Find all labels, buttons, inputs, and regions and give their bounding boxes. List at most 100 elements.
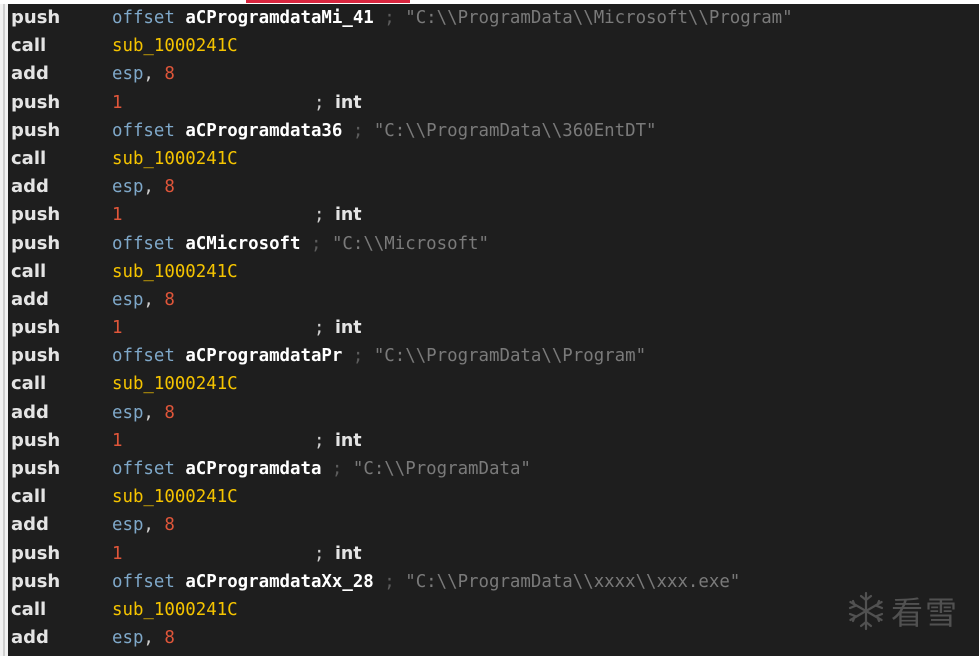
instruction-mnemonic[interactable]: push [11,201,60,229]
operand-label[interactable]: aCProgramdataPr [185,346,342,366]
instruction-mnemonic[interactable]: push [11,4,60,32]
code-line[interactable]: call sub_1000241C [8,596,979,624]
code-line[interactable]: call sub_1000241C [8,483,979,511]
comment-separator: ; [310,233,322,254]
immediate-value: 8 [164,289,175,310]
call-target[interactable]: sub_1000241C [112,487,238,507]
comment-separator: ; [384,571,395,592]
code-line[interactable]: add esp, 8 [8,286,979,314]
instruction-mnemonic[interactable]: push [11,455,60,483]
instruction-mnemonic[interactable]: push [11,568,60,596]
call-target[interactable]: sub_1000241C [112,36,238,56]
instruction-mnemonic[interactable]: add [11,399,49,427]
immediate-value: 1 [112,92,123,113]
type-comment: ; int [314,540,362,568]
code-line[interactable]: add esp, 8 [8,173,979,201]
instruction-mnemonic[interactable]: add [11,511,49,539]
disassembly-gutter [0,4,8,656]
register: esp [112,289,144,310]
register: esp [112,177,144,198]
instruction-operands: offset aCProgramdata ; "C:\\ProgramData" [112,455,531,483]
code-line[interactable]: call sub_1000241C [8,32,979,60]
instruction-operands: esp, 8 [112,173,175,201]
immediate-value: 1 [112,205,123,226]
instruction-mnemonic[interactable]: call [11,483,46,511]
call-target[interactable]: sub_1000241C [112,149,238,169]
offset-keyword: offset [112,120,175,141]
instruction-operands: esp, 8 [112,624,175,652]
instruction-mnemonic[interactable]: add [11,173,49,201]
operand-comma: , [143,289,154,310]
call-target[interactable]: sub_1000241C [112,374,238,394]
comment-separator: ; [352,346,364,367]
operand-label[interactable]: aCProgramdata36 [185,121,342,141]
comment-separator: ; [314,92,325,113]
immediate-value: 1 [112,543,123,564]
instruction-mnemonic[interactable]: push [11,427,60,455]
string-comment: "C:\\ProgramData" [352,459,531,479]
instruction-operands: offset aCMicrosoft ; "C:\\Microsoft" [112,230,489,258]
immediate-value: 8 [164,515,175,536]
call-target[interactable]: sub_1000241C [112,262,238,282]
register: esp [112,64,144,85]
instruction-mnemonic[interactable]: push [11,314,60,342]
comment-separator: ; [314,430,325,451]
type-annotation: int [334,205,362,226]
instruction-mnemonic[interactable]: push [11,117,60,145]
code-line[interactable]: push offset aCProgramdata ; "C:\\ProgramD… [8,455,979,483]
comment-separator: ; [384,8,395,28]
code-line[interactable]: push 1; int [8,314,979,342]
operand-comma: , [143,628,154,649]
instruction-mnemonic[interactable]: push [11,230,60,258]
instruction-mnemonic[interactable]: add [11,60,49,88]
immediate-value: 1 [112,430,123,451]
type-annotation: int [334,318,362,339]
code-line[interactable]: call sub_1000241C [8,258,979,286]
code-line[interactable]: add esp, 8 [8,624,979,652]
operand-comma: , [143,177,154,198]
code-line[interactable]: add esp, 8 [8,399,979,427]
instruction-mnemonic[interactable]: call [11,145,46,173]
code-line[interactable]: push offset aCProgramdata36 ; "C:\\Progra… [8,117,979,145]
instruction-mnemonic[interactable]: add [11,286,49,314]
type-comment: ; int [314,89,362,117]
instruction-mnemonic[interactable]: call [11,370,46,398]
type-annotation: int [334,92,362,113]
instruction-mnemonic[interactable]: push [11,342,60,370]
code-line[interactable]: push offset aCProgramdataXx_28 ; "C:\\Pro… [8,568,979,596]
operand-label[interactable]: aCMicrosoft [185,234,300,254]
code-line[interactable]: push offset aCMicrosoft ; "C:\\Microsoft" [8,230,979,258]
code-line[interactable]: push 1 ; int [8,540,979,568]
offset-keyword: offset [112,346,175,367]
instruction-operands: offset aCProgramdata36 ; "C:\\ProgramDat… [112,117,657,145]
instruction-mnemonic[interactable]: add [11,624,49,652]
code-line[interactable]: push offset aCProgramdataPr ; "C:\\Progra… [8,342,979,370]
instruction-operands: esp, 8 [112,60,175,88]
code-line[interactable]: push 1 ; int [8,427,979,455]
code-line[interactable]: call sub_1000241C [8,145,979,173]
snowflake-icon [845,590,887,632]
call-target[interactable]: sub_1000241C [112,600,238,620]
immediate-value: 8 [164,64,175,85]
code-line[interactable]: add esp, 8 [8,60,979,88]
string-comment: "C:\\ProgramData\\360EntDT" [373,120,657,141]
operand-label[interactable]: aCProgramdataXx_28 [185,572,373,592]
instruction-mnemonic[interactable]: push [11,89,60,117]
code-line[interactable]: push offset aCProgramdataMi_41 ; "C:\\Pro… [8,4,979,32]
operand-label[interactable]: aCProgramdata [185,459,321,479]
instruction-mnemonic[interactable]: call [11,596,46,624]
instruction-operands: sub_1000241C [112,370,238,398]
type-comment: ; int [314,427,362,455]
disassembly-listing[interactable]: push offset aCProgramdataMi_41 ; "C:\\Pro… [8,4,979,652]
instruction-operands: esp, 8 [112,286,175,314]
comment-separator: ; [314,205,325,226]
instruction-mnemonic[interactable]: call [11,258,46,286]
code-line[interactable]: call sub_1000241C [8,370,979,398]
code-line[interactable]: push 1; int [8,89,979,117]
operand-label[interactable]: aCProgramdataMi_41 [185,8,373,28]
highlight-mark [246,0,410,3]
code-line[interactable]: add esp, 8 [8,511,979,539]
instruction-mnemonic[interactable]: call [11,32,46,60]
instruction-mnemonic[interactable]: push [11,540,60,568]
code-line[interactable]: push 1; int [8,201,979,229]
